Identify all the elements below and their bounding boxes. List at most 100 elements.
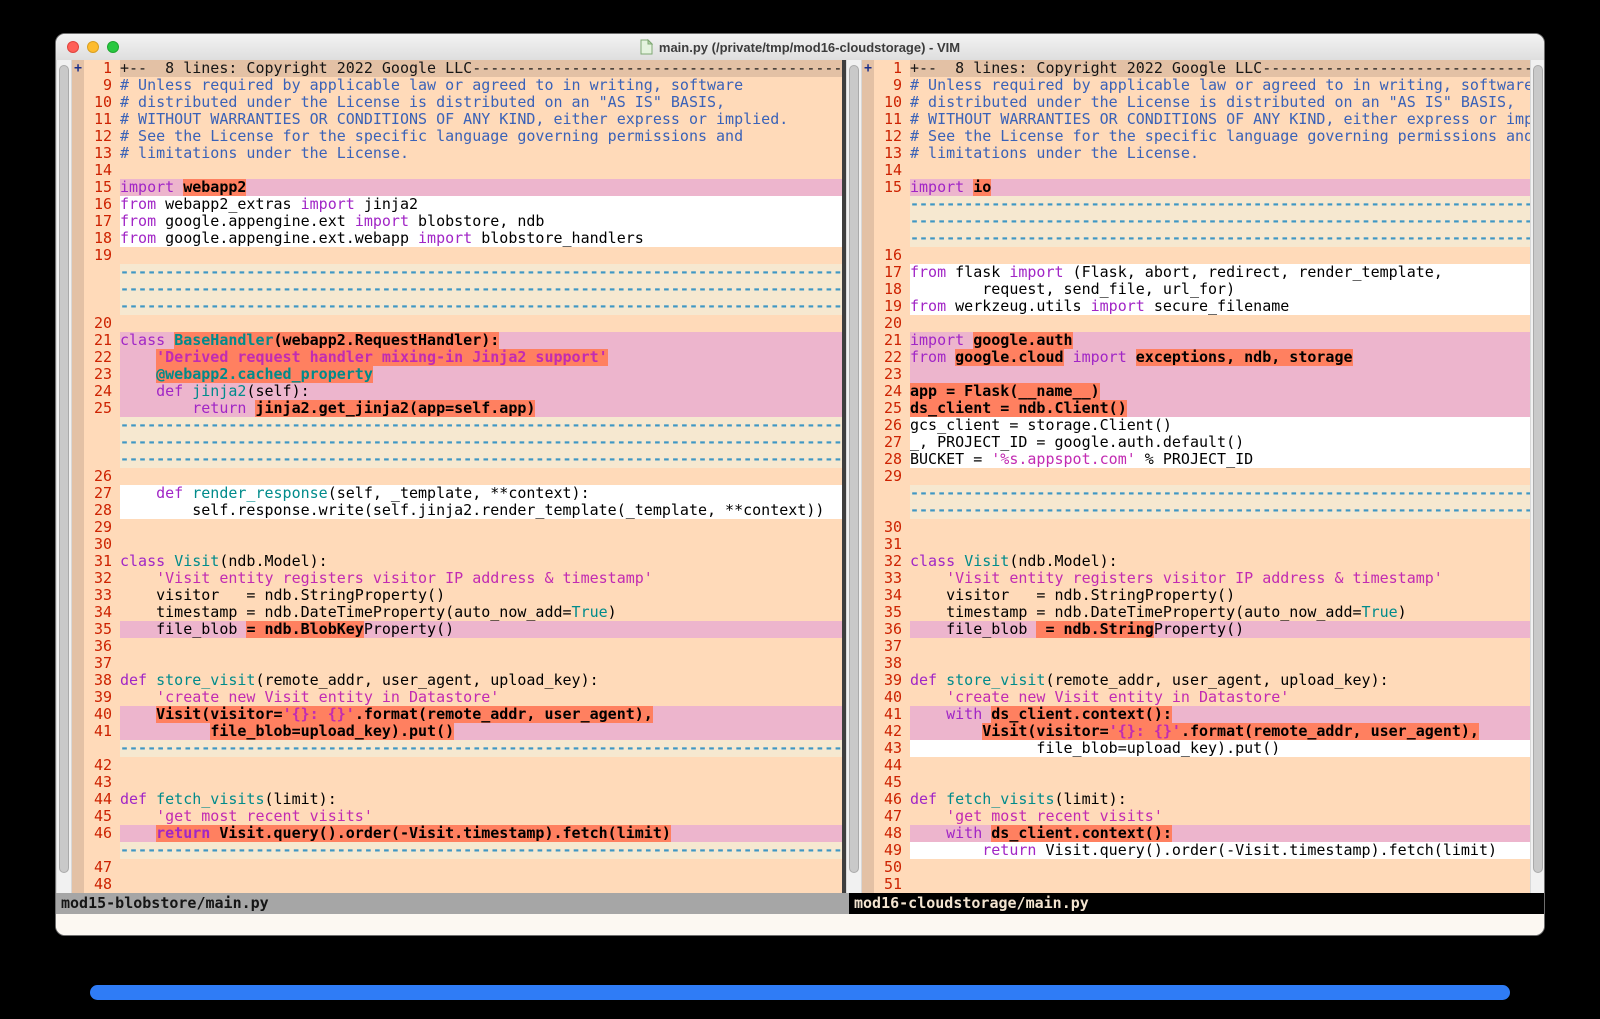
- line-text[interactable]: file_blob=upload_key).put(): [910, 740, 1530, 757]
- line-text[interactable]: _, PROJECT_ID = google.auth.default(): [910, 434, 1530, 451]
- line-text[interactable]: @webapp2.cached_property: [120, 366, 842, 383]
- line-text[interactable]: [910, 247, 1530, 264]
- line-text[interactable]: [910, 536, 1530, 553]
- line-text[interactable]: # limitations under the License.: [910, 145, 1530, 162]
- line-text[interactable]: request, send_file, url_for): [910, 281, 1530, 298]
- line-text[interactable]: [120, 655, 842, 672]
- line-text[interactable]: ----------------------------------------…: [120, 281, 842, 298]
- line-text[interactable]: 'create new Visit entity in Datastore': [120, 689, 842, 706]
- line-text[interactable]: [910, 859, 1530, 876]
- line-text[interactable]: # Unless required by applicable law or a…: [120, 77, 842, 94]
- line-text[interactable]: BUCKET = '%s.appspot.com' % PROJECT_ID: [910, 451, 1530, 468]
- line-text[interactable]: [910, 519, 1530, 536]
- line-text[interactable]: 'create new Visit entity in Datastore': [910, 689, 1530, 706]
- line-text[interactable]: ----------------------------------------…: [120, 434, 842, 451]
- line-text[interactable]: Visit(visitor='{}: {}'.format(remote_add…: [910, 723, 1530, 740]
- line-text[interactable]: return Visit.query().order(-Visit.timest…: [120, 825, 842, 842]
- line-text[interactable]: class BaseHandler(webapp2.RequestHandler…: [120, 332, 842, 349]
- line-text[interactable]: [910, 655, 1530, 672]
- line-text[interactable]: def fetch_visits(limit):: [120, 791, 842, 808]
- line-text[interactable]: ----------------------------------------…: [910, 502, 1530, 519]
- line-text[interactable]: ----------------------------------------…: [120, 842, 842, 859]
- line-text[interactable]: from werkzeug.utils import secure_filena…: [910, 298, 1530, 315]
- fold-plus-icon[interactable]: +: [864, 61, 872, 76]
- line-text[interactable]: def jinja2(self):: [120, 383, 842, 400]
- line-text[interactable]: [910, 757, 1530, 774]
- line-text[interactable]: visitor = ndb.StringProperty(): [120, 587, 842, 604]
- line-text[interactable]: # distributed under the License is distr…: [120, 94, 842, 111]
- line-text[interactable]: [120, 468, 842, 485]
- line-text[interactable]: def store_visit(remote_addr, user_agent,…: [910, 672, 1530, 689]
- line-text[interactable]: [120, 757, 842, 774]
- line-text[interactable]: [120, 638, 842, 655]
- line-text[interactable]: 'get most recent visits': [910, 808, 1530, 825]
- line-text[interactable]: app = Flask(__name__): [910, 383, 1530, 400]
- line-text[interactable]: [910, 162, 1530, 179]
- close-button[interactable]: [67, 41, 79, 53]
- right-pane-right-scrollbar[interactable]: [1530, 60, 1545, 893]
- line-text[interactable]: ----------------------------------------…: [120, 264, 842, 281]
- left-pane-scrollbar[interactable]: [56, 60, 72, 893]
- line-text[interactable]: with ds_client.context():: [910, 825, 1530, 842]
- line-text[interactable]: # distributed under the License is distr…: [910, 94, 1530, 111]
- line-text[interactable]: import io: [910, 179, 1530, 196]
- line-text[interactable]: ----------------------------------------…: [120, 298, 842, 315]
- statusline-inactive[interactable]: mod15-blobstore/main.py: [56, 893, 849, 914]
- line-text[interactable]: 'Visit entity registers visitor IP addre…: [910, 570, 1530, 587]
- line-text[interactable]: ----------------------------------------…: [910, 230, 1530, 247]
- line-text[interactable]: [910, 876, 1530, 893]
- line-text[interactable]: # Unless required by applicable law or a…: [910, 77, 1530, 94]
- line-text[interactable]: # limitations under the License.: [120, 145, 842, 162]
- line-text[interactable]: ----------------------------------------…: [120, 451, 842, 468]
- line-text[interactable]: def store_visit(remote_addr, user_agent,…: [120, 672, 842, 689]
- minimize-button[interactable]: [87, 41, 99, 53]
- line-text[interactable]: from google.appengine.ext import blobsto…: [120, 213, 842, 230]
- line-text[interactable]: from webapp2_extras import jinja2: [120, 196, 842, 213]
- line-text[interactable]: # WITHOUT WARRANTIES OR CONDITIONS OF AN…: [910, 111, 1530, 128]
- left-code-area[interactable]: 1+-- 8 lines: Copyright 2022 Google LLC-…: [84, 60, 842, 893]
- line-text[interactable]: ds_client = ndb.Client(): [910, 400, 1530, 417]
- line-text[interactable]: [120, 859, 842, 876]
- line-text[interactable]: [910, 774, 1530, 791]
- scrollbar-thumb[interactable]: [849, 65, 859, 873]
- line-text[interactable]: [120, 315, 842, 332]
- line-text[interactable]: # See the License for the specific langu…: [120, 128, 842, 145]
- line-text[interactable]: 'Derived request handler mixing-in Jinja…: [120, 349, 842, 366]
- line-text[interactable]: return Visit.query().order(-Visit.timest…: [910, 842, 1530, 859]
- line-text[interactable]: [910, 468, 1530, 485]
- line-text[interactable]: ----------------------------------------…: [120, 740, 842, 757]
- line-text[interactable]: ----------------------------------------…: [910, 213, 1530, 230]
- line-text[interactable]: file_blob = ndb.BlobKeyProperty(): [120, 621, 842, 638]
- command-line[interactable]: [56, 914, 1544, 936]
- line-text[interactable]: 'Visit entity registers visitor IP addre…: [120, 570, 842, 587]
- line-text[interactable]: +-- 8 lines: Copyright 2022 Google LLC--…: [910, 60, 1530, 77]
- line-text[interactable]: [120, 876, 842, 893]
- line-text[interactable]: timestamp = ndb.DateTimeProperty(auto_no…: [910, 604, 1530, 621]
- line-text[interactable]: # WITHOUT WARRANTIES OR CONDITIONS OF AN…: [120, 111, 842, 128]
- line-text[interactable]: file_blob=upload_key).put(): [120, 723, 842, 740]
- line-text[interactable]: [120, 247, 842, 264]
- line-text[interactable]: [120, 162, 842, 179]
- line-text[interactable]: Visit(visitor='{}: {}'.format(remote_add…: [120, 706, 842, 723]
- line-text[interactable]: def fetch_visits(limit):: [910, 791, 1530, 808]
- fold-plus-icon[interactable]: +: [74, 61, 82, 76]
- line-text[interactable]: from google.cloud import exceptions, ndb…: [910, 349, 1530, 366]
- line-text[interactable]: def render_response(self, _template, **c…: [120, 485, 842, 502]
- line-text[interactable]: visitor = ndb.StringProperty(): [910, 587, 1530, 604]
- line-text[interactable]: gcs_client = storage.Client(): [910, 417, 1530, 434]
- line-text[interactable]: with ds_client.context():: [910, 706, 1530, 723]
- line-text[interactable]: file_blob = ndb.StringProperty(): [910, 621, 1530, 638]
- line-text[interactable]: # See the License for the specific langu…: [910, 128, 1530, 145]
- line-text[interactable]: [910, 315, 1530, 332]
- line-text[interactable]: [910, 638, 1530, 655]
- line-text[interactable]: [910, 366, 1530, 383]
- line-text[interactable]: class Visit(ndb.Model):: [910, 553, 1530, 570]
- fold-column[interactable]: +: [862, 60, 874, 893]
- line-text[interactable]: return jinja2.get_jinja2(app=self.app): [120, 400, 842, 417]
- window-titlebar[interactable]: main.py (/private/tmp/mod16-cloudstorage…: [56, 34, 1544, 61]
- line-text[interactable]: import webapp2: [120, 179, 842, 196]
- statusline-active[interactable]: mod16-cloudstorage/main.py: [849, 893, 1544, 914]
- line-text[interactable]: class Visit(ndb.Model):: [120, 553, 842, 570]
- line-text[interactable]: from google.appengine.ext.webapp import …: [120, 230, 842, 247]
- line-text[interactable]: +-- 8 lines: Copyright 2022 Google LLC--…: [120, 60, 842, 77]
